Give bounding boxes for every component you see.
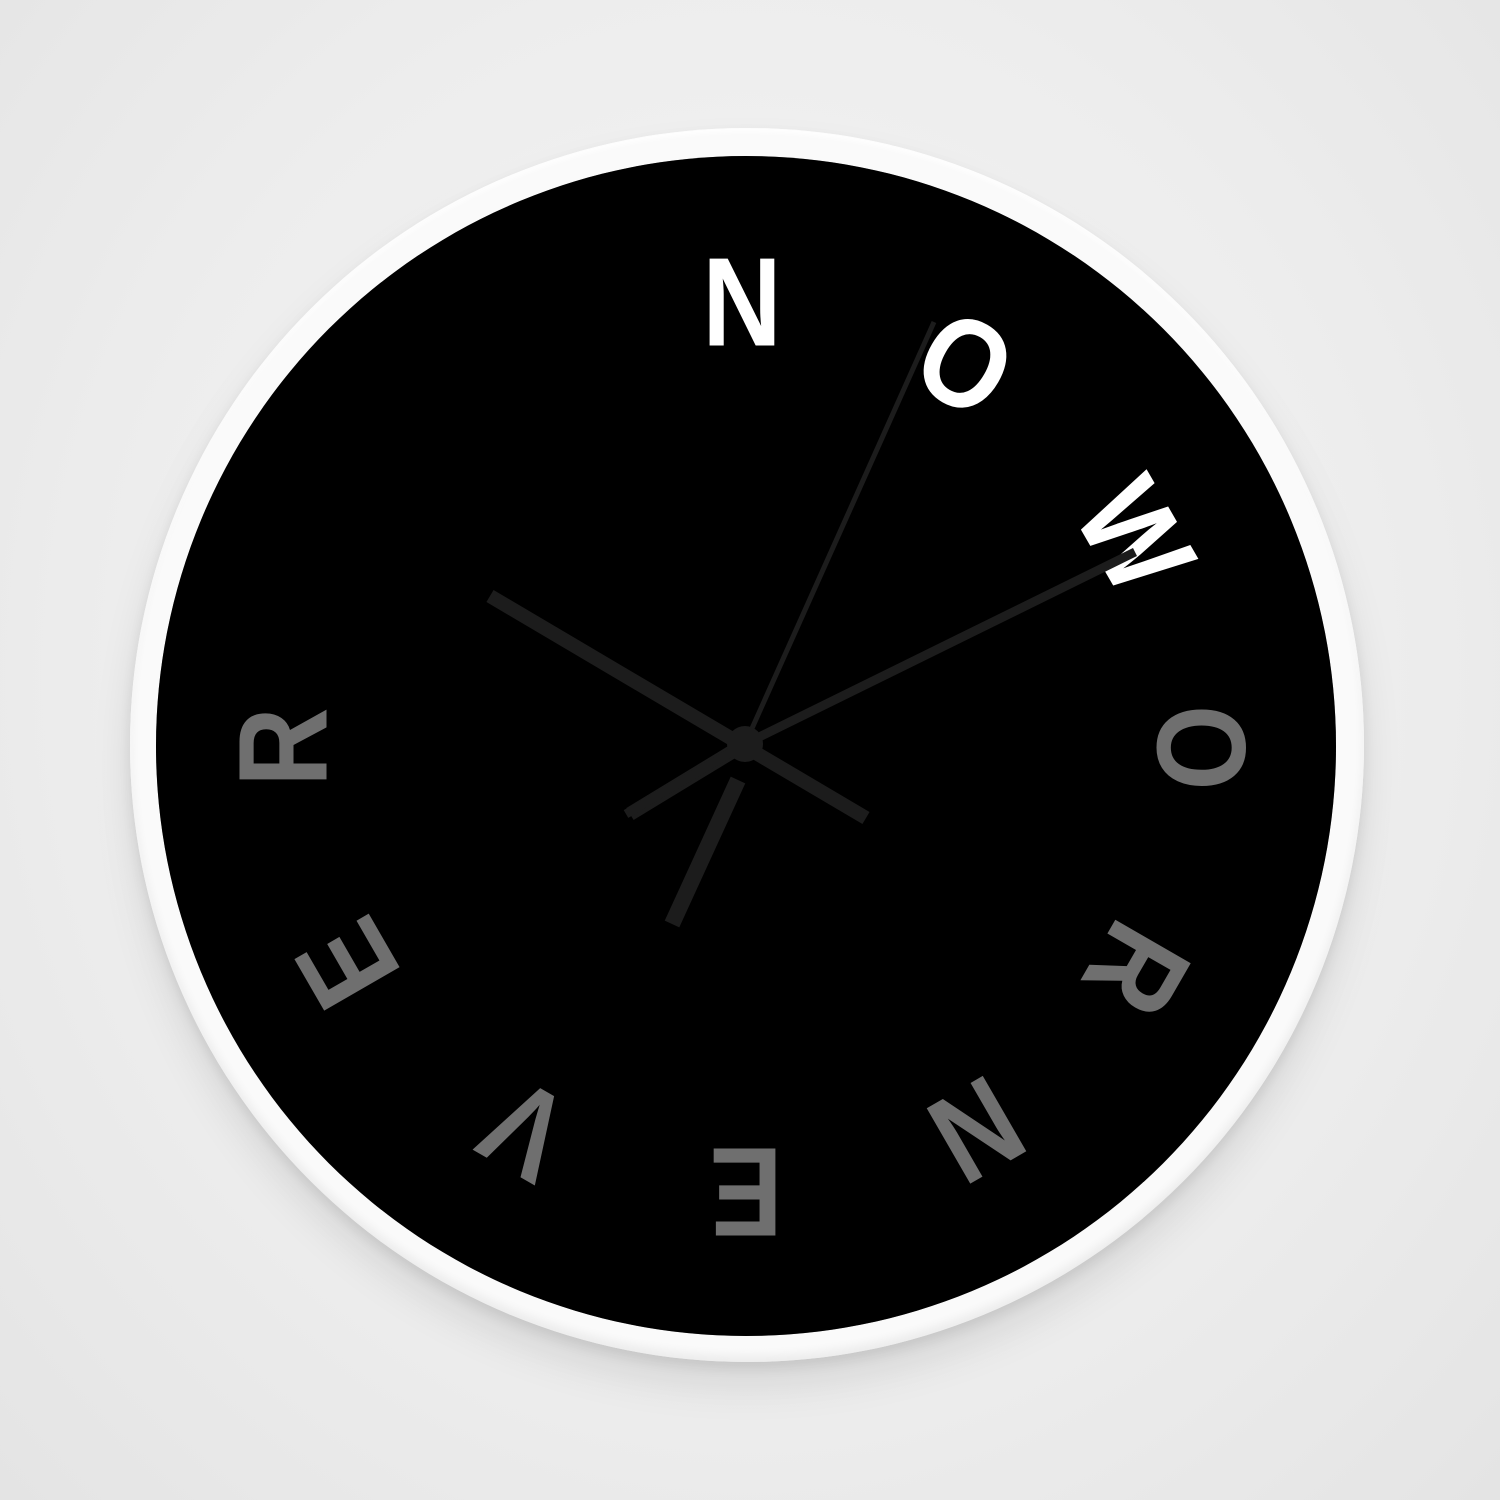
dial-letter-w-right-upper: W xyxy=(1047,455,1222,617)
dial-letter-v-lower-left: V xyxy=(458,1049,593,1210)
dial-letter-n-lower-right: N xyxy=(906,1048,1047,1211)
clock-face: N O W O R N E V E R xyxy=(156,156,1336,1336)
dial-letter-o-right: O xyxy=(1129,705,1272,791)
dial-letter-e-bottom: E xyxy=(709,1120,783,1263)
dial-letter-r-left: R xyxy=(212,707,355,787)
dial-letter-n-top: N xyxy=(702,231,782,374)
dial-letter-o-upper-right: O xyxy=(892,281,1038,447)
dial-letter-e-left-lower: E xyxy=(267,896,428,1031)
dial-letter-r-right-lower: R xyxy=(1055,899,1218,1040)
wall-background: N O W O R N E V E R xyxy=(0,0,1500,1500)
